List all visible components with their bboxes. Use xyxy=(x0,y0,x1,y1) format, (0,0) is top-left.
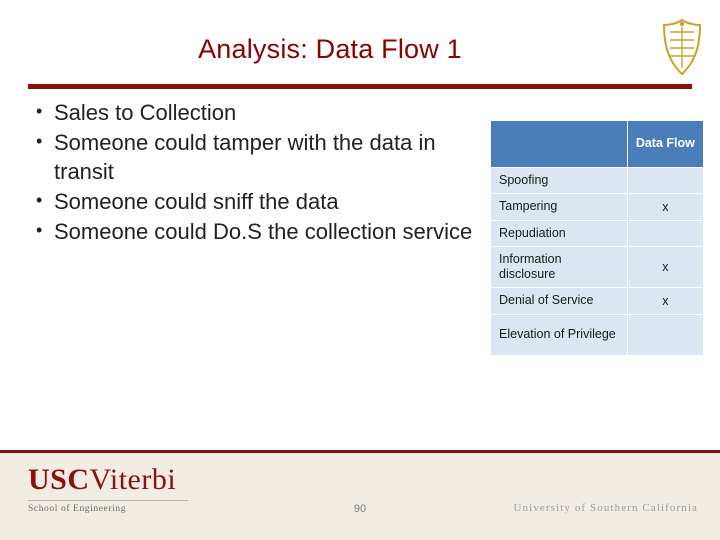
usc-shield-icon xyxy=(660,18,704,78)
threat-mark-repudiation xyxy=(626,219,705,247)
threat-label-spoofing: Spoofing xyxy=(490,166,628,195)
table-row: Repudiation xyxy=(490,219,705,247)
threat-mark-denial-of-service: x xyxy=(626,287,705,315)
threat-label-elevation-of-privilege: Elevation of Privilege xyxy=(490,313,628,356)
title-divider xyxy=(28,84,692,89)
bullet-list: Sales to Collection Someone could tamper… xyxy=(26,98,496,247)
threat-label-information-disclosure: Information disclosure xyxy=(490,245,628,289)
list-item: Someone could sniff the data xyxy=(26,187,496,216)
table-row: Elevation of Privilege xyxy=(490,313,705,356)
threat-label-tampering: Tampering xyxy=(490,193,628,221)
logo-wordmark: USCViterbi xyxy=(28,465,208,495)
table-row: Tampering x xyxy=(490,193,705,221)
footer-band: USCViterbi School of Engineering 90 Univ… xyxy=(0,450,720,540)
footer-university-text: University of Southern California xyxy=(513,502,698,514)
table-corner-cell xyxy=(490,120,628,168)
stride-threat-table: Data Flow Spoofing Tampering x Repudiati… xyxy=(490,120,705,356)
threat-label-denial-of-service: Denial of Service xyxy=(490,287,628,315)
table-row: Information disclosure x xyxy=(490,245,705,289)
list-item: Sales to Collection xyxy=(26,98,496,127)
list-item: Someone could tamper with the data in tr… xyxy=(26,128,496,186)
threat-mark-information-disclosure: x xyxy=(626,245,705,289)
logo-usc-text: USC xyxy=(28,463,90,496)
table-header-row: Data Flow xyxy=(490,120,705,168)
threat-mark-spoofing xyxy=(626,166,705,195)
threat-mark-elevation-of-privilege xyxy=(626,313,705,356)
threat-mark-tampering: x xyxy=(626,193,705,221)
page-title: Analysis: Data Flow 1 xyxy=(198,34,462,64)
table-row: Denial of Service x xyxy=(490,287,705,315)
table-row: Spoofing xyxy=(490,166,705,195)
column-header-data-flow: Data Flow xyxy=(626,120,705,168)
threat-label-repudiation: Repudiation xyxy=(490,219,628,247)
list-item: Someone could Do.S the collection servic… xyxy=(26,217,496,246)
logo-viterbi-text: Viterbi xyxy=(89,463,177,496)
